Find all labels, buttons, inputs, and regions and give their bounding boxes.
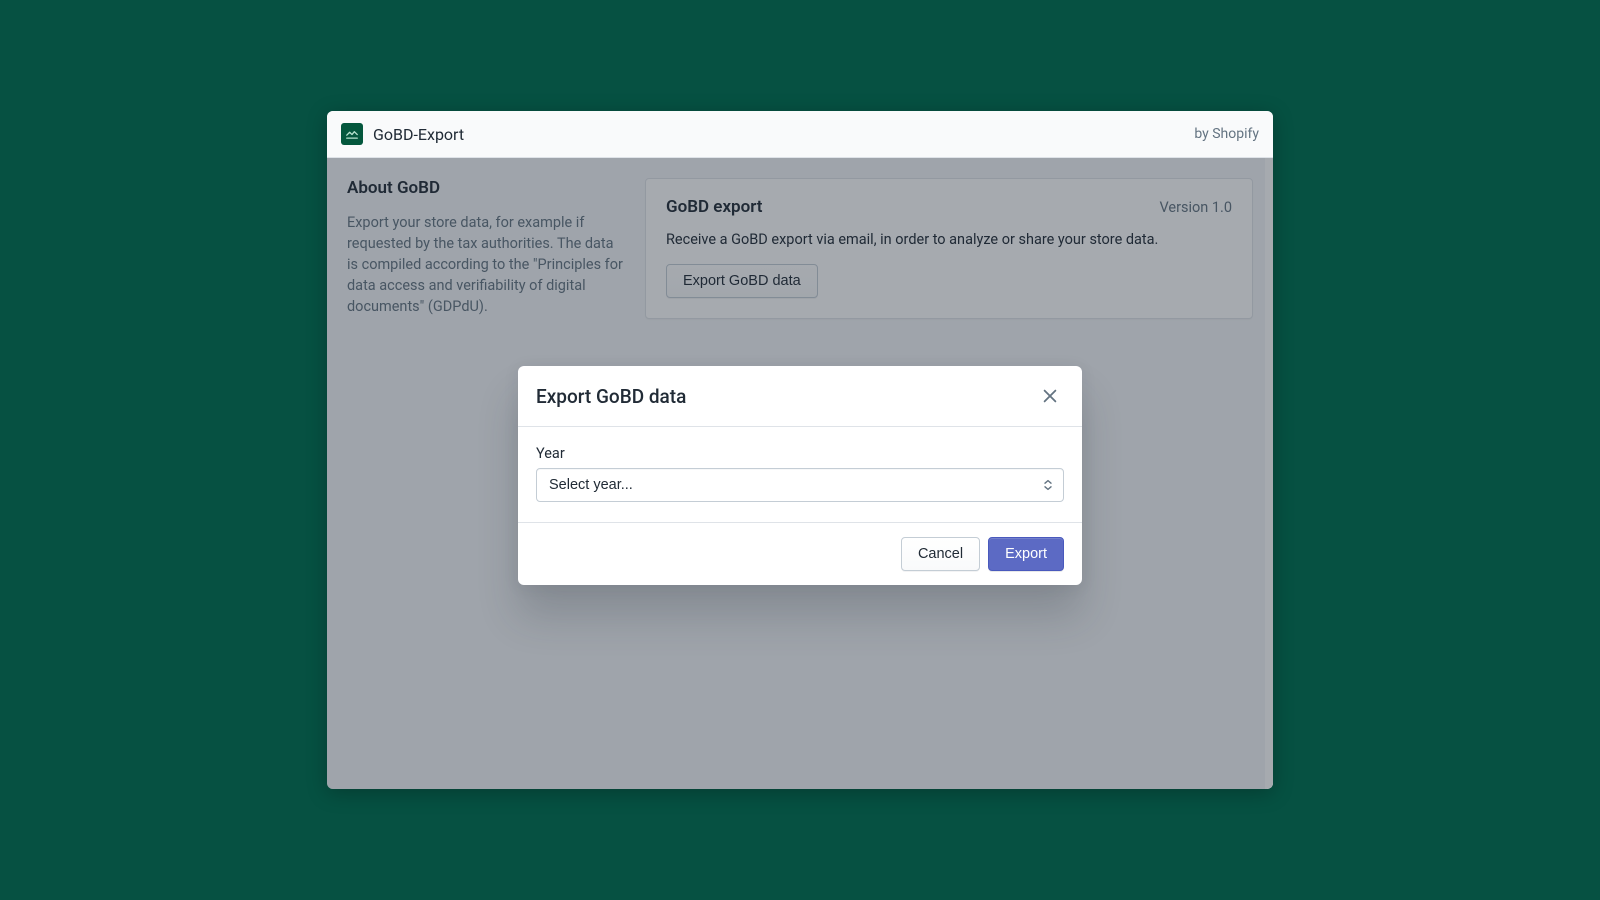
app-window: GoBD-Export by Shopify About GoBD Export…	[327, 111, 1273, 789]
year-label: Year	[536, 445, 1064, 462]
year-select-wrap: Select year...	[536, 468, 1064, 502]
export-modal: Export GoBD data Year Select year...	[518, 366, 1082, 585]
modal-header: Export GoBD data	[518, 366, 1082, 427]
app-title: GoBD-Export	[373, 125, 464, 144]
modal-body: Year Select year...	[518, 427, 1082, 522]
by-line: by Shopify	[1194, 126, 1259, 142]
modal-title: Export GoBD data	[536, 385, 686, 408]
export-button[interactable]: Export	[988, 537, 1064, 571]
app-icon	[341, 123, 363, 145]
year-select[interactable]: Select year...	[536, 468, 1064, 502]
modal-footer: Cancel Export	[518, 522, 1082, 585]
close-icon	[1041, 387, 1059, 405]
app-header: GoBD-Export by Shopify	[327, 111, 1273, 158]
app-header-left: GoBD-Export	[341, 123, 464, 145]
close-button[interactable]	[1036, 382, 1064, 410]
cancel-button[interactable]: Cancel	[901, 537, 980, 571]
